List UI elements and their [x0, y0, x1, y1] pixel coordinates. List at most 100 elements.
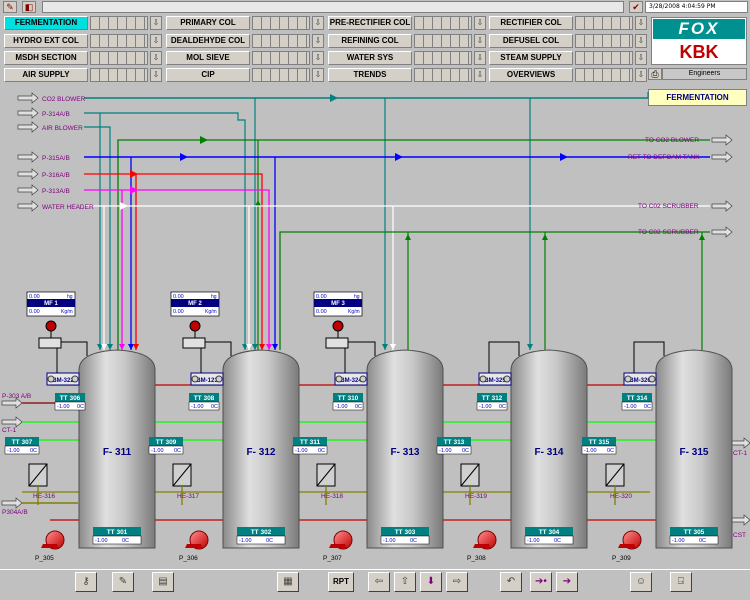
tank-name: F- 312: [247, 447, 276, 458]
flow-arrow: [255, 200, 261, 206]
tt-bottom-label: TT 303: [395, 529, 416, 536]
fermenter-2: F- 312 BM-123 TT 308 -1.00 0C TT 309 -1.00 0C HE…: [148, 341, 300, 562]
bm-valve-icon: [71, 375, 79, 383]
flow-arrow: [266, 344, 272, 350]
report-button[interactable]: RPT: [328, 572, 354, 592]
exit-icon[interactable]: ⍈: [670, 572, 692, 592]
flowmeter-1: 0.00 hgMF 10.00 Kg/m: [26, 291, 76, 349]
tt-bottom-value: -1.00: [239, 538, 252, 544]
undo-icon[interactable]: ↶: [500, 572, 522, 592]
flow-arrow: [130, 170, 138, 178]
pump-base: [185, 544, 203, 548]
flow-arrow: [390, 344, 396, 350]
key-icon[interactable]: ⚷: [75, 572, 97, 592]
tt-bottom-unit: 0C: [266, 538, 273, 544]
tt-mid-label: TT 311: [300, 439, 321, 446]
inlet-arrow: [1, 416, 23, 428]
pump-label: P_305: [35, 555, 54, 562]
tank-name: F- 311: [103, 447, 132, 458]
flow-arrow: [128, 344, 134, 350]
flowmeter-name: MF 1: [44, 301, 58, 307]
forward-dot-icon[interactable]: ➔•: [530, 572, 552, 592]
tank-name: F- 314: [535, 447, 564, 458]
flowmeter-body: [325, 337, 349, 349]
user-icon[interactable]: ☺: [630, 572, 652, 592]
flowmeter-2: 0.00 hgMF 20.00 Kg/m: [170, 291, 220, 349]
tt-top-label: TT 308: [194, 395, 215, 402]
tt-bottom-label: TT 305: [684, 529, 705, 536]
bm-valve-icon: [215, 375, 223, 383]
tt-top-unit: 0C: [77, 404, 84, 410]
inlet-label: P-314A/B: [42, 111, 70, 118]
outlet-arrow: [711, 226, 733, 238]
pump-label: P_307: [323, 555, 342, 562]
he-label: HE-317: [177, 493, 199, 500]
tt-mid-label: TT 307: [12, 439, 33, 446]
magenta-line: [84, 189, 270, 350]
flow-arrow: [119, 344, 125, 350]
left-label: CT-1: [2, 427, 16, 434]
flowmeter-value: 0.00: [29, 309, 40, 315]
bm-valve-icon: [624, 375, 632, 383]
document-icon[interactable]: ▤: [152, 572, 174, 592]
tt-top-unit: 0C: [355, 404, 362, 410]
arrow-right-icon[interactable]: ⇨: [446, 572, 468, 592]
tt-bottom-label: TT 302: [251, 529, 272, 536]
bm-valve-icon: [503, 375, 511, 383]
tt-bottom-value: -1.00: [383, 538, 396, 544]
inlet-arrow: [17, 200, 39, 212]
tt-mid-unit: 0C: [607, 448, 614, 454]
left-label: P304A/B: [2, 509, 28, 516]
tt-mid-unit: 0C: [174, 448, 181, 454]
tt-top-unit: 0C: [211, 404, 218, 410]
bm-valve-icon: [648, 375, 656, 383]
print-icon[interactable]: ▦: [277, 572, 299, 592]
tt-mid-value: -1.00: [295, 448, 308, 454]
fermenter-5: F- 315 BM-326 TT 314 -1.00 0C TT 315 -1.00 0C HE…: [581, 341, 733, 562]
notes-icon[interactable]: ✎: [112, 572, 134, 592]
flowmeter-name: MF 2: [188, 301, 202, 307]
tt-mid-value: -1.00: [439, 448, 452, 454]
inlet-arrow: [17, 92, 39, 104]
outlet-arrow: [729, 514, 750, 526]
he-label: HE-319: [465, 493, 487, 500]
arrow-down-icon[interactable]: ⬇: [420, 572, 442, 592]
he-label: HE-316: [33, 493, 55, 500]
bm-label: BM-322: [52, 378, 74, 384]
tank-name: F- 315: [680, 447, 709, 458]
arrow-up-icon[interactable]: ⇧: [394, 572, 416, 592]
bm-valve-icon: [335, 375, 343, 383]
forward-icon[interactable]: ➔: [556, 572, 578, 592]
tt-top-value: -1.00: [479, 404, 492, 410]
tt-mid-unit: 0C: [30, 448, 37, 454]
flow-arrow: [259, 344, 265, 350]
right-label: CST: [733, 532, 746, 539]
green-scrubber-line: [279, 231, 710, 350]
flowmeter-sensor-icon: [45, 320, 57, 332]
flow-arrow: [101, 344, 107, 350]
outlet-arrow: [711, 200, 733, 212]
flow-arrow: [272, 344, 278, 350]
bm-label: BM-325: [484, 378, 506, 384]
flowmeter-name: MF 3: [331, 301, 345, 307]
arrow-left-icon[interactable]: ⇦: [368, 572, 390, 592]
right-label: CT-1: [733, 450, 747, 457]
flow-arrow: [330, 94, 338, 102]
air-line: [84, 126, 111, 350]
pump-base: [41, 544, 59, 548]
flow-arrow: [120, 202, 128, 210]
bm-valve-icon: [47, 375, 55, 383]
bm-valve-icon: [191, 375, 199, 383]
inlet-arrow: [17, 151, 39, 163]
tank-name: F- 313: [391, 447, 420, 458]
inlet-arrow: [17, 107, 39, 119]
process-diagram: F- 311 BM-322 TT 306 -1.00 0C TT 307 -1.00 0C HE…: [1, 92, 750, 562]
bm-label: BM-326: [629, 378, 651, 384]
outlet-label: TO C02 SCRUBBER: [638, 229, 699, 236]
he-label: HE-320: [610, 493, 632, 500]
tt-mid-label: TT 309: [156, 439, 177, 446]
flow-arrow: [382, 344, 388, 350]
flow-arrow: [252, 344, 258, 350]
tt-bottom-unit: 0C: [410, 538, 417, 544]
tt-bottom-label: TT 304: [539, 529, 560, 536]
